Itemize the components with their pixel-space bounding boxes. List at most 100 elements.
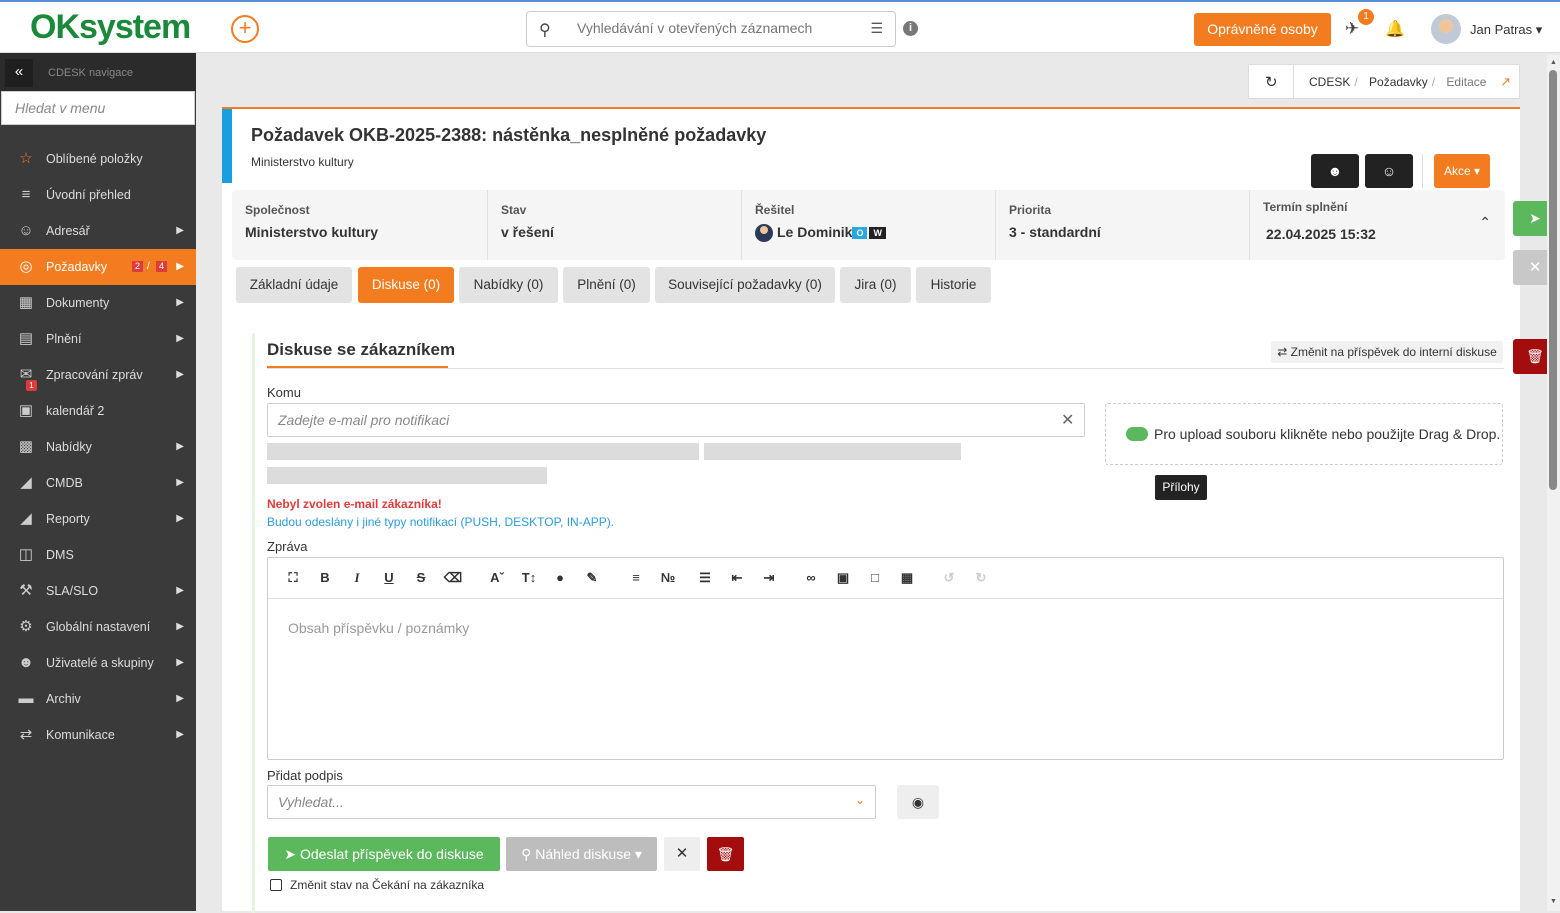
message-editor: ⛶ B I U S ⌫ Aˇ T↕ ● ✎ ≡ № ☰ ⇤ ⇥ ∞ ▣ □ ▦ … bbox=[267, 557, 1504, 760]
sidebar-item-fulfillment[interactable]: ▤ Plnění ▶ bbox=[0, 321, 196, 357]
sidebar-item-global-settings[interactable]: ⚙ Globální nastavení ▶ bbox=[0, 609, 196, 645]
chevron-down-icon[interactable]: ⌄ bbox=[855, 793, 865, 807]
cancel-button[interactable]: ✕ bbox=[664, 837, 700, 871]
external-link-icon[interactable]: ↗ bbox=[1500, 74, 1511, 90]
message-textarea[interactable]: Obsah příspěvku / poznámky bbox=[288, 620, 469, 636]
unordered-list-icon[interactable]: ☰ bbox=[695, 570, 715, 586]
strikethrough-icon[interactable]: S bbox=[411, 570, 431, 585]
authorized-persons-button[interactable]: Oprávněné osoby bbox=[1194, 13, 1331, 46]
send-post-button[interactable]: ➤ Odeslat příspěvek do diskuse bbox=[268, 837, 500, 871]
tab-discussion[interactable]: Diskuse (0) bbox=[358, 267, 454, 303]
avatar[interactable] bbox=[1431, 14, 1461, 44]
tab-history[interactable]: Historie bbox=[916, 267, 991, 303]
plane-icon[interactable]: ✈ bbox=[1345, 19, 1359, 39]
discussion-preview-button[interactable]: ⚲ Náhled diskuse ▾ bbox=[506, 837, 657, 871]
sidebar-item-directory[interactable]: ☺ Adresář ▶ bbox=[0, 213, 196, 249]
sidebar-item-archive[interactable]: ▬ Archiv ▶ bbox=[0, 681, 196, 717]
signature-select[interactable]: Vyhledat... bbox=[267, 785, 876, 819]
user-menu[interactable]: Jan Patras ▾ bbox=[1470, 22, 1542, 38]
scrollbar-thumb[interactable] bbox=[1549, 70, 1557, 490]
collapse-sidebar-button[interactable]: « bbox=[5, 59, 33, 87]
table-icon[interactable]: ▦ bbox=[897, 570, 917, 586]
requests-count-a: 2 bbox=[132, 261, 144, 272]
sidebar-item-requests[interactable]: ◎ Požadavky 2/4 ▶ bbox=[0, 249, 196, 285]
undo-icon[interactable]: ↺ bbox=[939, 570, 959, 586]
sidebar-item-calendar[interactable]: ▣ kalendář 2 bbox=[0, 393, 196, 429]
user-button[interactable]: ☺ bbox=[1365, 154, 1413, 188]
eraser-icon[interactable]: ⌫ bbox=[443, 570, 463, 586]
breadcrumb-edit: Editace bbox=[1446, 75, 1487, 89]
tab-offers[interactable]: Nabídky (0) bbox=[459, 267, 558, 303]
underline-icon[interactable]: U bbox=[379, 570, 399, 585]
scroll-down-icon[interactable]: ▼ bbox=[1550, 898, 1557, 905]
chevron-right-icon: ▶ bbox=[176, 297, 184, 308]
breadcrumb-requests[interactable]: Požadavky bbox=[1369, 75, 1428, 89]
switch-to-internal-button[interactable]: ⇄ Změnit na příspěvek do interní diskuse bbox=[1271, 341, 1503, 363]
oksystem-logo[interactable]: OKsystem bbox=[30, 8, 191, 47]
sidebar-item-documents[interactable]: ▦ Dokumenty ▶ bbox=[0, 285, 196, 321]
gavel-icon: ⚒ bbox=[19, 582, 33, 599]
info-icon[interactable]: i bbox=[903, 21, 918, 36]
info-priority: Priorita 3 - standardní bbox=[996, 190, 1250, 260]
sidebar-item-cmdb[interactable]: ◢ CMDB ▶ bbox=[0, 465, 196, 501]
text-color-icon[interactable]: ● bbox=[550, 570, 570, 585]
tab-fulfillment[interactable]: Plnění (0) bbox=[563, 267, 650, 303]
users-icon: ☻ bbox=[18, 654, 34, 671]
change-state-checkbox[interactable] bbox=[270, 878, 282, 891]
file-upload-dropzone[interactable]: Pro upload souboru klikněte nebo použijt… bbox=[1105, 403, 1503, 465]
search-icon[interactable]: ⚲ bbox=[539, 20, 551, 40]
notification-count-badge: 1 bbox=[1358, 9, 1374, 25]
breadcrumb-cdesk[interactable]: CDESK bbox=[1309, 75, 1350, 89]
tab-basic-info[interactable]: Základní údaje bbox=[236, 267, 352, 303]
font-size-icon[interactable]: T↕ bbox=[519, 570, 539, 585]
add-new-button[interactable]: + bbox=[231, 15, 259, 43]
sidebar-item-offers[interactable]: ▩ Nabídky ▶ bbox=[0, 429, 196, 465]
indent-icon[interactable]: ⇥ bbox=[759, 570, 779, 586]
change-state-checkbox-row[interactable]: Změnit stav na Čekání na zákazníka bbox=[270, 878, 484, 892]
bold-icon[interactable]: B bbox=[315, 570, 335, 585]
link-icon[interactable]: ∞ bbox=[801, 570, 821, 585]
italic-icon[interactable]: I bbox=[347, 570, 367, 586]
group-button[interactable]: ☻ bbox=[1311, 154, 1359, 188]
top-bar: OKsystem + ⚲ ☰ i Oprávněné osoby ✈ 1 🔔 J… bbox=[0, 0, 1560, 53]
bell-icon[interactable]: 🔔 bbox=[1385, 19, 1405, 39]
font-icon[interactable]: Aˇ bbox=[487, 570, 507, 585]
preview-signature-button[interactable]: ◉ bbox=[897, 785, 939, 819]
breadcrumb: ↻ CDESK / Požadavky / Editace ↗ bbox=[1248, 64, 1520, 99]
sidebar-item-communication[interactable]: ⇄ Komunikace ▶ bbox=[0, 717, 196, 753]
sidebar-title: CDESK navigace bbox=[48, 67, 133, 79]
sidebar-item-message-processing[interactable]: ✉ 1 Zpracování zpráv ▶ bbox=[0, 357, 196, 393]
to-email-input[interactable]: Zadejte e-mail pro notifikaci bbox=[267, 403, 1085, 437]
fullscreen-icon[interactable]: ⛶ bbox=[283, 570, 303, 586]
align-icon[interactable]: ≡ bbox=[626, 570, 646, 585]
brush-icon[interactable]: ✎ bbox=[582, 570, 602, 586]
chevron-up-icon[interactable]: ⌃ bbox=[1479, 214, 1491, 231]
file-icon[interactable]: □ bbox=[865, 570, 885, 585]
sidebar-item-favorites[interactable]: ☆ Oblíbené položky bbox=[0, 141, 196, 177]
paper-plane-icon: ➤ bbox=[1529, 210, 1541, 226]
refresh-icon[interactable]: ↻ bbox=[1265, 73, 1278, 91]
ordered-list-icon[interactable]: № bbox=[658, 570, 678, 585]
sidebar-item-reports[interactable]: ◢ Reporty ▶ bbox=[0, 501, 196, 537]
tab-jira[interactable]: Jira (0) bbox=[840, 267, 911, 303]
image-icon[interactable]: ▣ bbox=[833, 570, 853, 586]
sidebar-item-users-groups[interactable]: ☻ Uživatelé a skupiny ▶ bbox=[0, 645, 196, 681]
delete-button[interactable]: 🗑 bbox=[707, 837, 744, 871]
outdent-icon[interactable]: ⇤ bbox=[727, 570, 747, 586]
sidebar-item-dms[interactable]: ◫ DMS bbox=[0, 537, 196, 573]
tab-related[interactable]: Související požadavky (0) bbox=[655, 267, 835, 303]
sidebar-item-sla[interactable]: ⚒ SLA/SLO ▶ bbox=[0, 573, 196, 609]
page-scrollbar[interactable]: ▲ ▼ bbox=[1547, 55, 1560, 911]
chevron-right-icon: ▶ bbox=[176, 621, 184, 632]
menu-search-input[interactable]: Hledat v menu bbox=[1, 91, 195, 125]
redacted-email bbox=[267, 443, 699, 460]
trash-icon: 🗑 bbox=[716, 846, 735, 862]
scroll-up-icon[interactable]: ▲ bbox=[1550, 59, 1557, 66]
actions-button[interactable]: Akce ▾ bbox=[1434, 154, 1490, 188]
sliders-icon[interactable]: ☰ bbox=[870, 20, 883, 37]
global-search-input[interactable] bbox=[577, 20, 847, 36]
redo-icon[interactable]: ↻ bbox=[971, 570, 991, 586]
exchange-icon: ⇄ bbox=[19, 726, 33, 743]
clear-icon[interactable]: ✕ bbox=[1061, 410, 1074, 430]
sidebar-item-overview[interactable]: ≡ Úvodní přehled bbox=[0, 177, 196, 213]
